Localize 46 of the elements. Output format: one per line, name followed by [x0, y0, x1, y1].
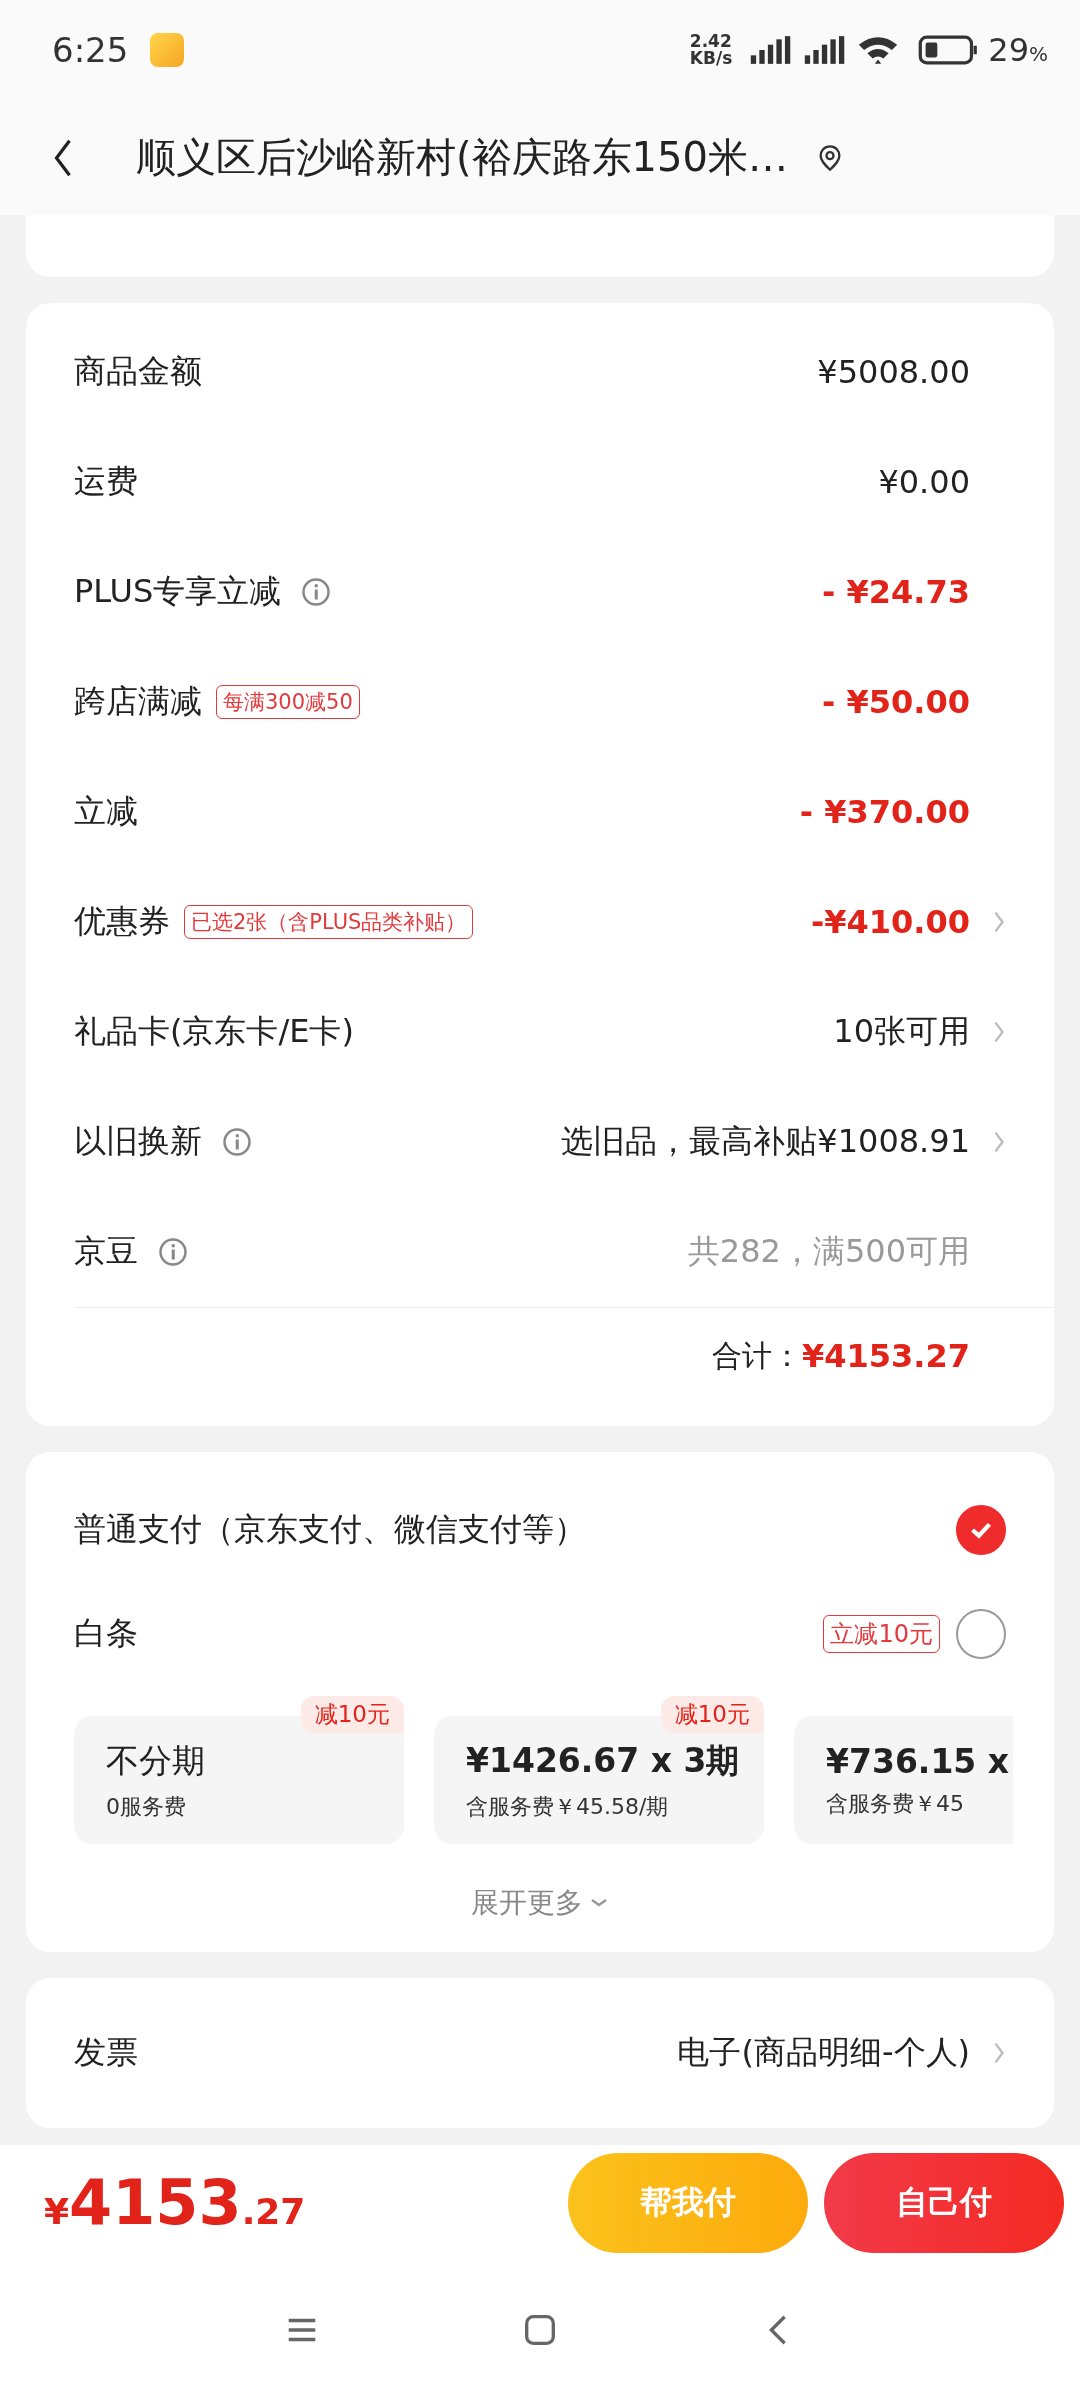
pay-button[interactable]: 自己付 [824, 2152, 1064, 2253]
battery-icon [918, 34, 979, 66]
radio-button[interactable] [956, 1609, 1006, 1659]
expand-more-link[interactable]: 展开更多 [471, 1884, 583, 1922]
row-value: 共282，满500可用 [687, 1231, 970, 1272]
total-label: 合计： [712, 1336, 802, 1375]
payment-option-label: 普通支付（京东支付、微信支付等） [74, 1509, 586, 1550]
battery-percent: 29% [988, 31, 1048, 69]
total-amount: ¥4153.27 [802, 1337, 970, 1375]
row-value: ¥0.00 [878, 463, 970, 501]
row-value: 10张可用 [833, 1011, 970, 1052]
row-label: 运费 [74, 461, 138, 502]
network-speed: 2.42 KB/s [689, 33, 733, 67]
promo-tag: 已选2张（含PLUS品类补贴） [184, 905, 474, 939]
row-value: 选旧品，最高补贴¥1008.91 [561, 1121, 970, 1162]
row-value: - ¥370.00 [799, 793, 970, 831]
row-label: 跨店满减 [74, 681, 202, 722]
promo-tag: 每满300减50 [216, 685, 360, 719]
installment-option[interactable]: ¥736.15 x 含服务费￥45 [794, 1716, 1014, 1844]
row-label: 以旧换新 [74, 1121, 202, 1162]
row-label: 礼品卡(京东卡/E卡) [74, 1011, 354, 1052]
info-icon[interactable] [158, 1237, 188, 1267]
radio-button[interactable] [956, 1505, 1006, 1555]
signal-icon [802, 34, 847, 66]
clock: 6:25 [52, 30, 129, 70]
row-label: 京豆 [74, 1231, 138, 1272]
payment-option-label: 白条 [74, 1613, 138, 1654]
row-label: 优惠券 [74, 901, 170, 942]
row-value: 电子(商品明细-个人) [677, 2032, 970, 2073]
discount-badge: 减10元 [660, 1696, 764, 1733]
notification-icon [150, 33, 185, 67]
row-value: -¥410.00 [810, 903, 970, 941]
total-price: ¥4153.27 [44, 2166, 306, 2239]
signal-icon [748, 34, 793, 66]
promo-tag: 立减10元 [823, 1615, 940, 1653]
chevron-down-icon[interactable] [589, 1897, 609, 1909]
row-label: 商品金额 [74, 351, 202, 392]
info-icon[interactable] [301, 577, 332, 607]
row-label: 立减 [74, 791, 138, 832]
row-label: PLUS专享立减 [74, 571, 282, 612]
row-value: - ¥50.00 [822, 683, 970, 721]
row-value: ¥5008.00 [817, 353, 970, 391]
discount-badge: 减10元 [300, 1696, 404, 1733]
row-value: - ¥24.73 [822, 573, 970, 611]
info-icon[interactable] [222, 1127, 252, 1157]
row-label: 发票 [74, 2032, 138, 2073]
